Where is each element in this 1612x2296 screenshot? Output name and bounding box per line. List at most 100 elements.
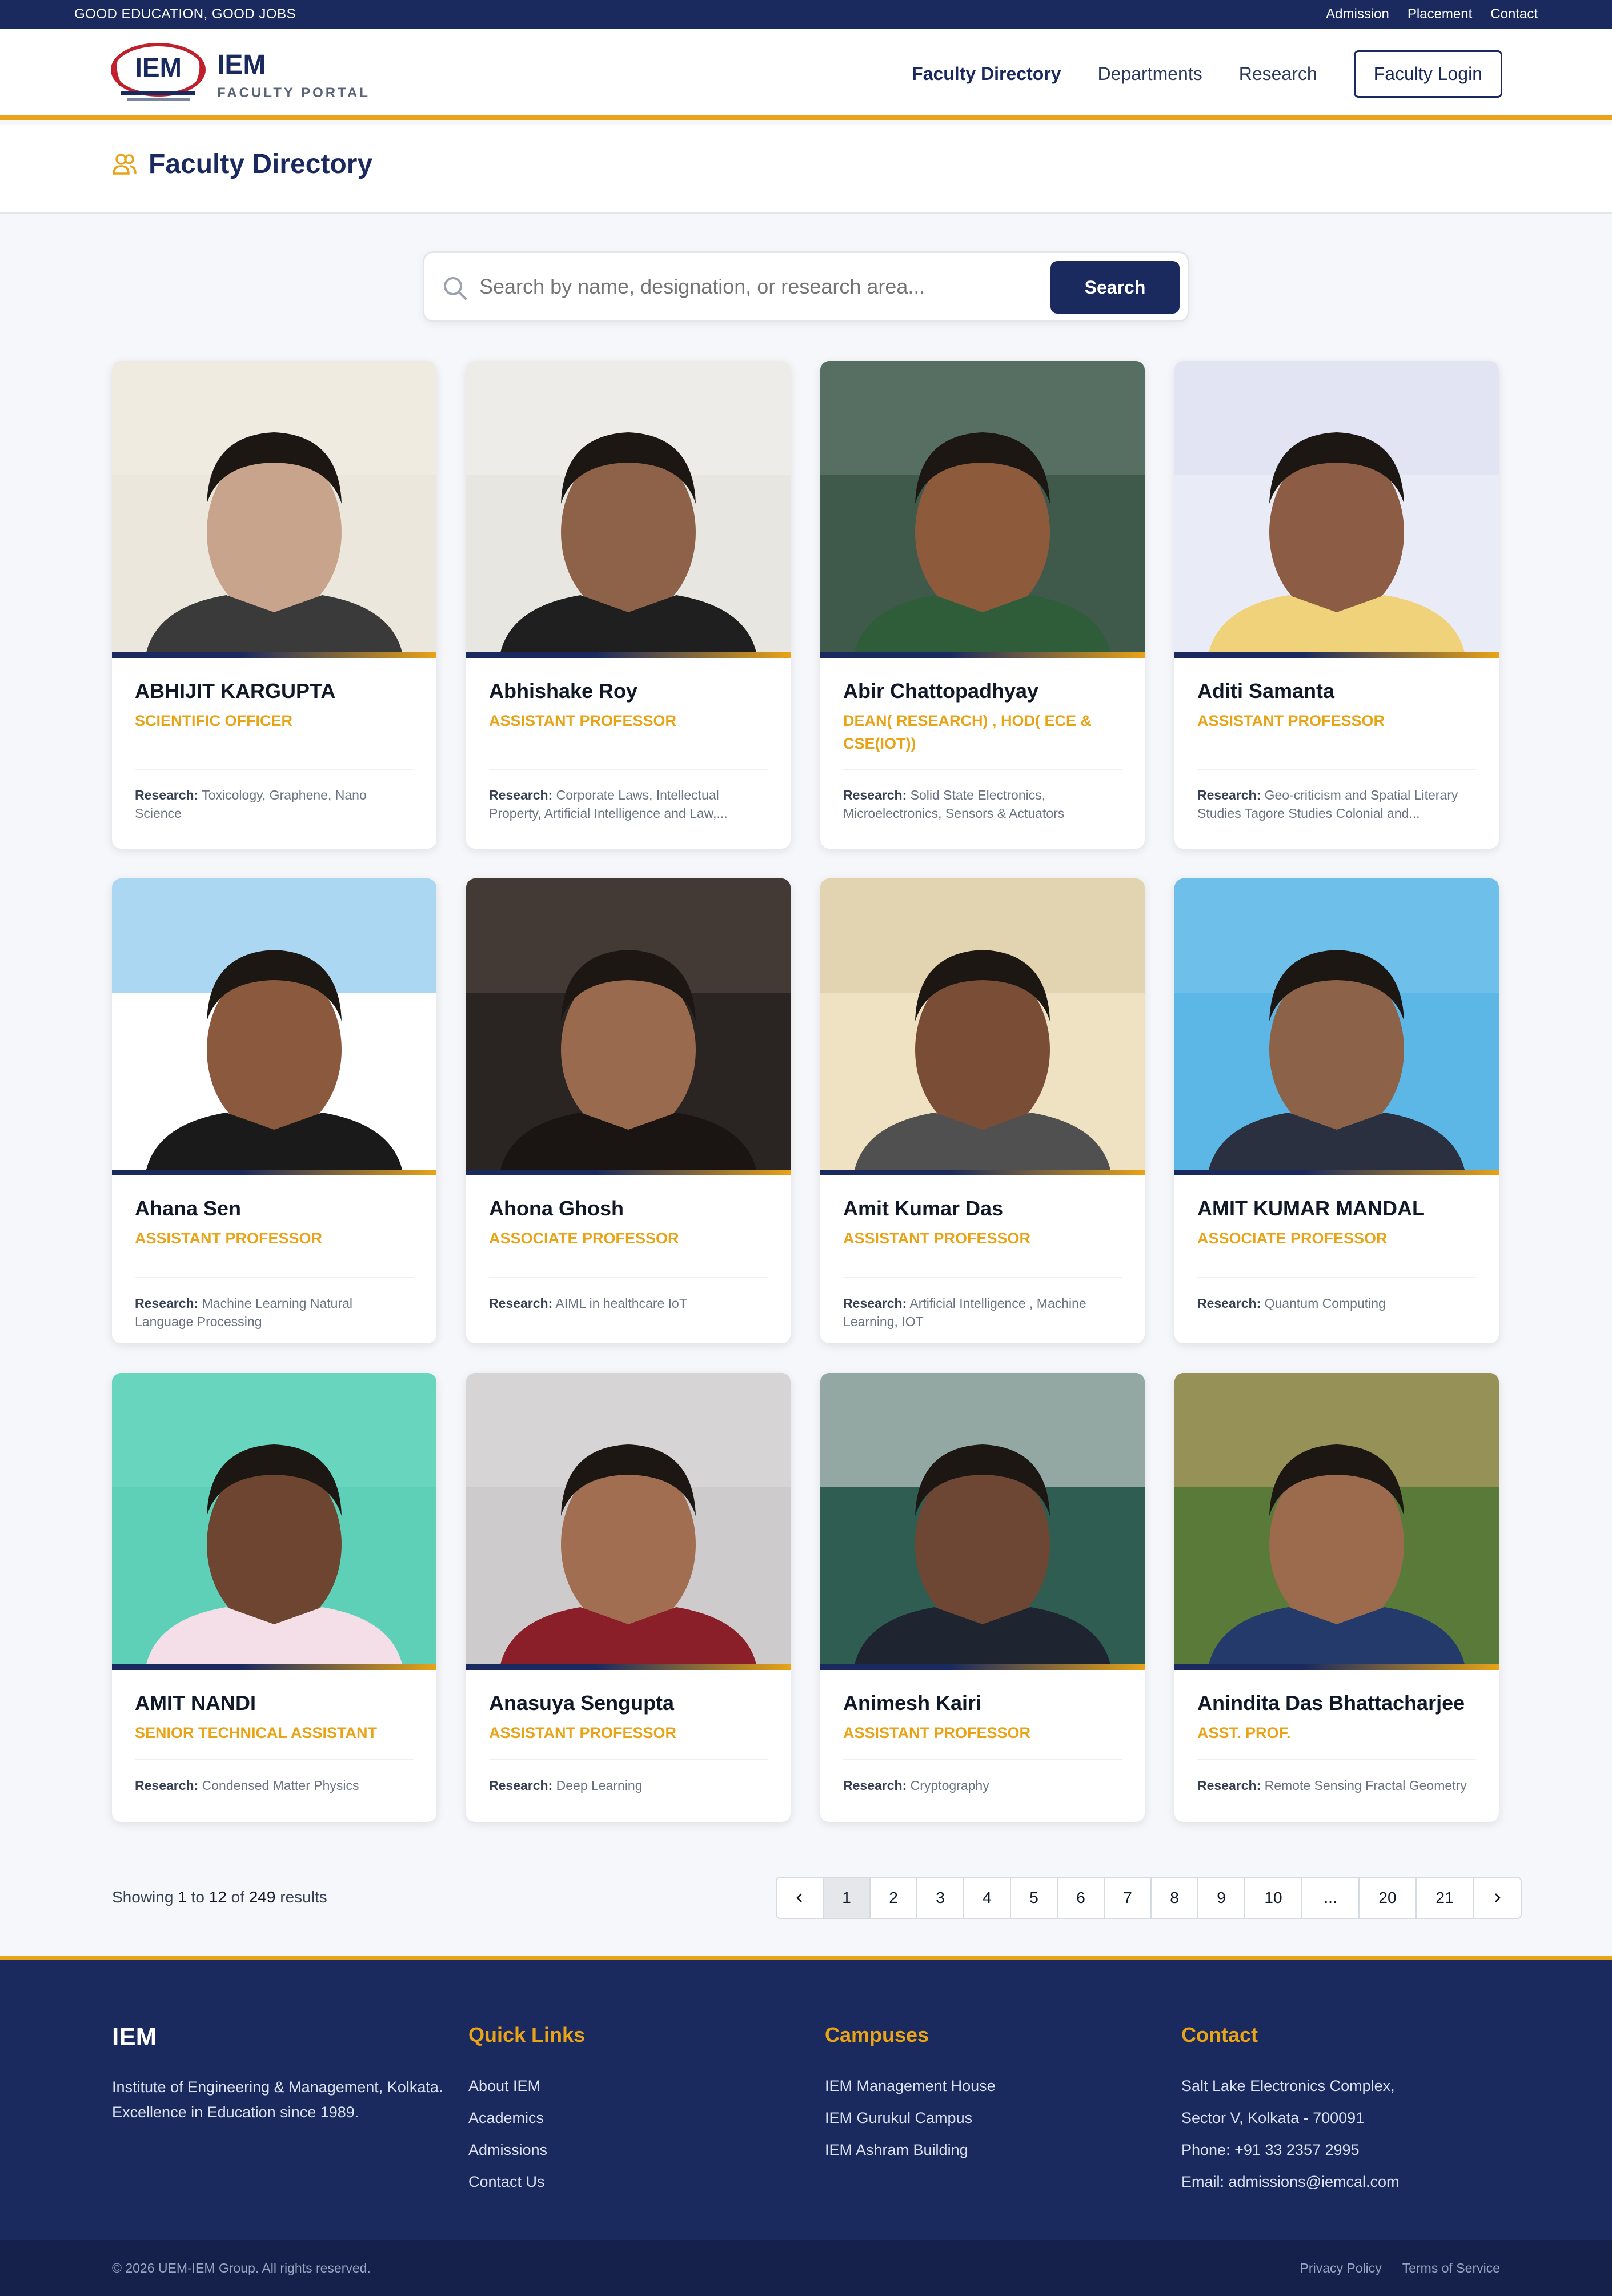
faculty-designation: ASSISTANT PROFESSOR: [489, 712, 677, 729]
faculty-name: Abhishake Roy: [489, 679, 638, 703]
page-button[interactable]: 21: [1417, 1878, 1474, 1918]
top-link-admission[interactable]: Admission: [1326, 6, 1389, 22]
top-bar: GOOD EDUCATION, GOOD JOBS Admission Plac…: [0, 0, 1612, 29]
faculty-photo[interactable]: [466, 878, 791, 1170]
faculty-photo[interactable]: [820, 361, 1145, 652]
page-button[interactable]: 5: [1011, 1878, 1058, 1918]
page-button[interactable]: 7: [1105, 1878, 1152, 1918]
faculty-card[interactable]: Abhishake Roy ASSISTANT PROFESSOR Resear…: [466, 361, 791, 849]
faculty-photo[interactable]: [112, 361, 436, 652]
faculty-photo[interactable]: [820, 1373, 1145, 1664]
footer-contact-title: Contact: [1181, 2023, 1258, 2046]
card-divider: [1197, 769, 1476, 770]
card-accent-bar: [1174, 1664, 1499, 1670]
card-accent-bar: [112, 652, 436, 658]
card-accent-bar: [466, 652, 791, 658]
faculty-card[interactable]: ABHIJIT KARGUPTA SCIENTIFIC OFFICER Rese…: [112, 361, 436, 849]
nav-faculty-directory[interactable]: Faculty Directory: [912, 63, 1061, 85]
faculty-photo[interactable]: [466, 1373, 791, 1664]
page-button[interactable]: 9: [1198, 1878, 1245, 1918]
page-button[interactable]: 4: [964, 1878, 1011, 1918]
tagline: GOOD EDUCATION, GOOD JOBS: [74, 6, 296, 22]
page-button[interactable]: ...: [1302, 1878, 1360, 1918]
faculty-name: AMIT KUMAR MANDAL: [1197, 1197, 1425, 1220]
bottom-bar: © 2026 UEM-IEM Group. All rights reserve…: [0, 2240, 1612, 2296]
nav-departments[interactable]: Departments: [1098, 63, 1202, 85]
faculty-designation: ASSOCIATE PROFESSOR: [489, 1230, 679, 1247]
faculty-photo[interactable]: [1174, 361, 1499, 652]
top-link-contact[interactable]: Contact: [1490, 6, 1538, 22]
faculty-photo[interactable]: [1174, 878, 1499, 1170]
faculty-card[interactable]: AMIT KUMAR MANDAL ASSOCIATE PROFESSOR Re…: [1174, 878, 1499, 1343]
faculty-photo[interactable]: [112, 1373, 436, 1664]
card-accent-bar: [1174, 652, 1499, 658]
footer-campus-gurukul[interactable]: IEM Gurukul Campus: [825, 2102, 996, 2134]
footer-link-admissions[interactable]: Admissions: [468, 2134, 585, 2166]
faculty-designation: SENIOR TECHNICAL ASSISTANT: [135, 1724, 378, 1741]
site-header: IEM IEM FACULTY PORTAL Faculty Directory…: [0, 29, 1612, 120]
faculty-name: Anasuya Sengupta: [489, 1691, 675, 1715]
faculty-research: Research: AIML in healthcare IoT: [489, 1296, 687, 1311]
page-button[interactable]: 3: [917, 1878, 964, 1918]
card-accent-bar: [820, 652, 1145, 658]
faculty-card[interactable]: Ahona Ghosh ASSOCIATE PROFESSOR Research…: [466, 878, 791, 1343]
brand: IEM FACULTY PORTAL: [217, 49, 370, 101]
card-divider: [1197, 1277, 1476, 1278]
faculty-research: Research: Cryptography: [843, 1778, 989, 1793]
faculty-card[interactable]: Animesh Kairi ASSISTANT PROFESSOR Resear…: [820, 1373, 1145, 1822]
nav-research[interactable]: Research: [1239, 63, 1317, 85]
footer-campus-ashram[interactable]: IEM Ashram Building: [825, 2134, 996, 2166]
page-button[interactable]: 8: [1152, 1878, 1198, 1918]
card-accent-bar: [820, 1170, 1145, 1175]
faculty-card[interactable]: Anindita Das Bhattacharjee ASST. PROF. R…: [1174, 1373, 1499, 1822]
footer-link-academics[interactable]: Academics: [468, 2102, 585, 2134]
page-button[interactable]: 2: [871, 1878, 917, 1918]
footer-quick-links-title: Quick Links: [468, 2023, 586, 2046]
footer-link-about[interactable]: About IEM: [468, 2070, 585, 2102]
brand-subtitle: FACULTY PORTAL: [217, 85, 370, 101]
card-divider: [843, 1277, 1122, 1278]
faculty-research: Research: Corporate Laws, Intellectual P…: [489, 788, 728, 821]
card-divider: [135, 1277, 414, 1278]
card-divider: [489, 1759, 768, 1760]
top-link-placement[interactable]: Placement: [1408, 6, 1472, 22]
faculty-card[interactable]: Anasuya Sengupta ASSISTANT PROFESSOR Res…: [466, 1373, 791, 1822]
search-button[interactable]: Search: [1050, 261, 1180, 314]
faculty-photo[interactable]: [1174, 1373, 1499, 1664]
faculty-card[interactable]: Abir Chattopadhyay DEAN( RESEARCH) , HOD…: [820, 361, 1145, 849]
prev-page-icon[interactable]: [777, 1878, 824, 1918]
card-accent-bar: [112, 1170, 436, 1175]
terms-of-service-link[interactable]: Terms of Service: [1402, 2261, 1500, 2276]
top-links: Admission Placement Contact: [1326, 6, 1538, 22]
footer-link-contact[interactable]: Contact Us: [468, 2166, 585, 2198]
footer-address-line-1: Salt Lake Electronics Complex,: [1181, 2077, 1395, 2094]
page-button[interactable]: 10: [1245, 1878, 1302, 1918]
page-button[interactable]: 6: [1058, 1878, 1105, 1918]
faculty-card[interactable]: AMIT NANDI SENIOR TECHNICAL ASSISTANT Re…: [112, 1373, 436, 1822]
faculty-photo[interactable]: [466, 361, 791, 652]
next-page-icon[interactable]: [1474, 1878, 1521, 1918]
page-button[interactable]: 20: [1360, 1878, 1417, 1918]
faculty-photo[interactable]: [820, 878, 1145, 1170]
card-accent-bar: [466, 1170, 791, 1175]
card-accent-bar: [112, 1664, 436, 1670]
faculty-card[interactable]: Amit Kumar Das ASSISTANT PROFESSOR Resea…: [820, 878, 1145, 1343]
privacy-policy-link[interactable]: Privacy Policy: [1300, 2261, 1382, 2276]
footer-email[interactable]: Email: admissions@iemcal.com: [1181, 2166, 1400, 2198]
faculty-designation: ASSISTANT PROFESSOR: [135, 1230, 323, 1247]
faculty-card[interactable]: Ahana Sen ASSISTANT PROFESSOR Research: …: [112, 878, 436, 1343]
faculty-card[interactable]: Aditi Samanta ASSISTANT PROFESSOR Resear…: [1174, 361, 1499, 849]
search-box: Search: [423, 251, 1189, 322]
iem-logo-icon[interactable]: IEM: [110, 41, 207, 105]
faculty-login-button[interactable]: Faculty Login: [1353, 50, 1502, 98]
faculty-designation: ASSISTANT PROFESSOR: [843, 1724, 1031, 1741]
faculty-research: Research: Remote Sensing Fractal Geometr…: [1197, 1778, 1467, 1793]
faculty-research: Research: Artificial Intelligence , Mach…: [843, 1296, 1086, 1329]
pagination: 1 2 3 4 5 6 7 8 9 10... 20 21: [776, 1877, 1522, 1919]
search-input[interactable]: [479, 267, 982, 307]
page-button[interactable]: 1: [824, 1878, 871, 1918]
faculty-research: Research: Condensed Matter Physics: [135, 1778, 359, 1793]
faculty-name: AMIT NANDI: [135, 1691, 256, 1715]
footer-campus-management-house[interactable]: IEM Management House: [825, 2070, 996, 2102]
faculty-photo[interactable]: [112, 878, 436, 1170]
